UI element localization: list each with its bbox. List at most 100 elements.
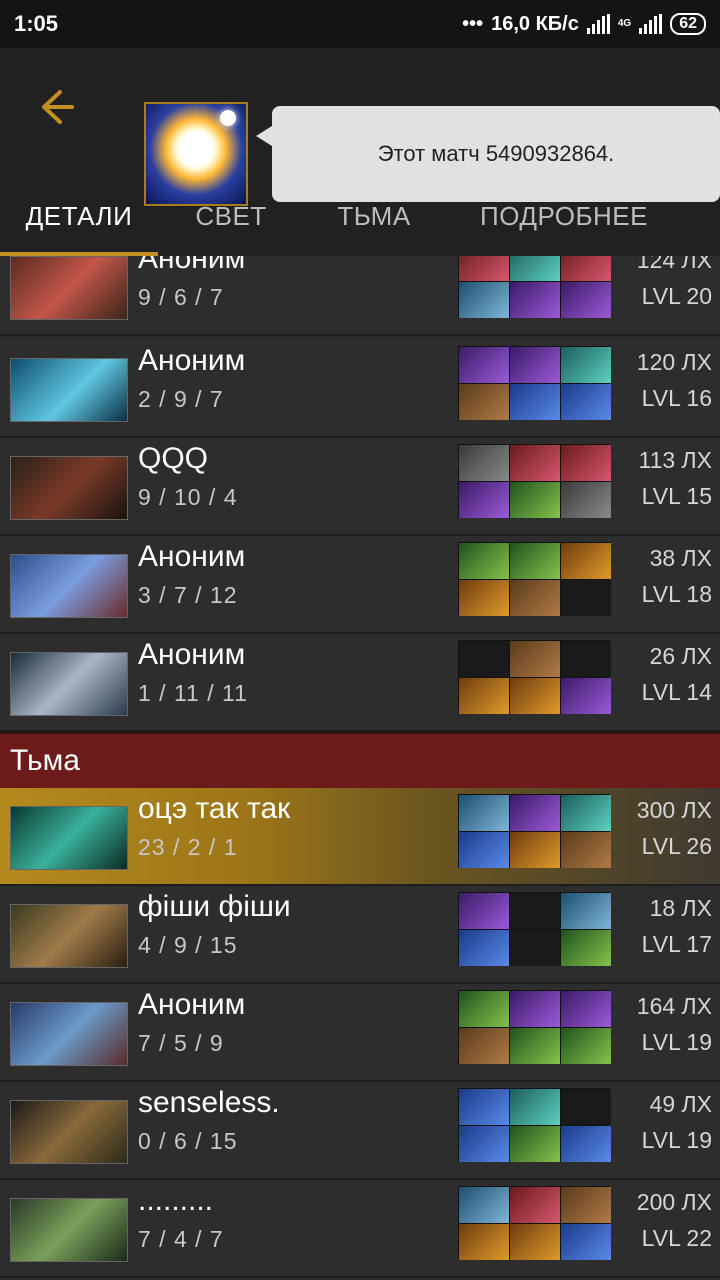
item-grid: [458, 794, 611, 868]
item-icon: [459, 482, 509, 518]
item-slot-empty: [459, 641, 509, 677]
item-icon: [459, 991, 509, 1027]
item-icon: [459, 347, 509, 383]
player-row[interactable]: Аноним 9 / 6 / 7 124 ЛХ LVL 20: [0, 256, 720, 336]
player-stats: 18 ЛХ LVL 17: [642, 890, 712, 962]
player-row-highlighted[interactable]: оцэ так так 23 / 2 / 1 300 ЛХ LVL 26: [0, 788, 720, 886]
item-icon: [510, 580, 560, 616]
player-level: LVL 18: [641, 581, 712, 607]
item-icon: [459, 795, 509, 831]
item-grid: [458, 1186, 611, 1260]
item-icon: [510, 795, 560, 831]
item-icon: [510, 384, 560, 420]
tab-dire[interactable]: ТЬМА: [304, 176, 444, 256]
status-icons: ••• 16,0 КБ/с 4G 62: [462, 13, 706, 36]
item-icon: [510, 832, 560, 868]
player-row[interactable]: Аноним 2 / 9 / 7 120 ЛХ LVL 16: [0, 340, 720, 438]
item-icon: [510, 1224, 560, 1260]
item-icon: [561, 282, 611, 318]
last-hits: 120 ЛХ: [636, 349, 712, 375]
hero-portrait: [10, 456, 128, 520]
player-kda: 2 / 9 / 7: [138, 386, 224, 412]
back-button[interactable]: [30, 82, 80, 132]
player-stats: 200 ЛХ LVL 22: [637, 1184, 712, 1256]
item-icon: [459, 580, 509, 616]
item-icon: [561, 1187, 611, 1223]
player-row[interactable]: ......... 7 / 4 / 7 200 ЛХ LVL 22: [0, 1180, 720, 1278]
item-slot-empty: [510, 930, 560, 966]
item-icon: [510, 347, 560, 383]
hero-portrait: [10, 806, 128, 870]
player-name: QQQ: [138, 442, 209, 475]
player-kda: 1 / 11 / 11: [138, 680, 248, 706]
tab-radiant[interactable]: СВЕТ: [158, 176, 304, 256]
player-level: LVL 26: [641, 833, 712, 859]
player-row[interactable]: Аноним 3 / 7 / 12 38 ЛХ LVL 18: [0, 536, 720, 634]
hero-portrait: [10, 1002, 128, 1066]
player-kda: 4 / 9 / 15: [138, 932, 238, 958]
item-icon: [459, 543, 509, 579]
player-level: LVL 14: [641, 679, 712, 705]
hero-portrait: [10, 1198, 128, 1262]
item-slot-empty: [510, 893, 560, 929]
player-name: Аноним: [138, 540, 246, 573]
item-grid: [458, 990, 611, 1064]
last-hits: 18 ЛХ: [649, 895, 712, 921]
item-icon: [561, 991, 611, 1027]
player-level: LVL 17: [641, 931, 712, 957]
player-row[interactable]: фiши фiши 4 / 9 / 15 18 ЛХ LVL 17: [0, 886, 720, 984]
item-slot-empty: [561, 580, 611, 616]
item-icon: [459, 1126, 509, 1162]
player-name: .........: [138, 1184, 214, 1217]
cell-signal-icon: [639, 14, 663, 34]
last-hits: 113 ЛХ: [638, 447, 713, 473]
tab-details[interactable]: ДЕТАЛИ: [0, 176, 158, 256]
item-grid: [458, 444, 611, 518]
match-tooltip-text: Этот матч 5490932864.: [377, 141, 615, 166]
player-name: Аноним: [138, 638, 246, 671]
hero-portrait: [10, 904, 128, 968]
player-kda: 7 / 4 / 7: [138, 1226, 224, 1252]
item-icon: [510, 482, 560, 518]
player-kda: 23 / 2 / 1: [138, 834, 238, 860]
item-icon: [510, 256, 560, 281]
item-icon: [459, 1224, 509, 1260]
last-hits: 26 ЛХ: [649, 643, 712, 669]
hero-portrait: [10, 1100, 128, 1164]
player-kda: 0 / 6 / 15: [138, 1128, 238, 1154]
item-icon: [561, 347, 611, 383]
tab-more[interactable]: ПОДРОБНЕЕ: [464, 176, 664, 256]
hero-portrait: [10, 256, 128, 320]
player-stats: 49 ЛХ LVL 19: [642, 1086, 712, 1158]
item-grid: [458, 256, 611, 318]
player-stats: 300 ЛХ LVL 26: [637, 792, 712, 864]
player-row[interactable]: Аноним 7 / 5 / 9 164 ЛХ LVL 19: [0, 984, 720, 1082]
player-name: Аноним: [138, 256, 246, 275]
item-icon: [561, 795, 611, 831]
player-name: Аноним: [138, 988, 246, 1021]
last-hits: 300 ЛХ: [636, 797, 712, 823]
player-stats: 26 ЛХ LVL 14: [642, 638, 712, 710]
player-level: LVL 15: [641, 483, 712, 509]
item-slot-empty: [561, 641, 611, 677]
last-hits: 38 ЛХ: [649, 545, 712, 571]
item-icon: [459, 1187, 509, 1223]
player-row[interactable]: senseless. 0 / 6 / 15 49 ЛХ LVL 19: [0, 1082, 720, 1180]
item-icon: [510, 641, 560, 677]
battery-icon: 62: [670, 13, 706, 35]
item-icon: [561, 543, 611, 579]
item-icon: [561, 832, 611, 868]
player-kda: 9 / 6 / 7: [138, 284, 224, 310]
player-stats: 164 ЛХ LVL 19: [637, 988, 712, 1060]
player-stats: 38 ЛХ LVL 18: [642, 540, 712, 612]
network-type: 4G: [617, 18, 632, 29]
player-level: LVL 16: [641, 385, 712, 411]
item-icon: [561, 1224, 611, 1260]
player-name: Аноним: [138, 344, 246, 377]
player-row[interactable]: QQQ 9 / 10 / 4 113 ЛХ LVL 15: [0, 438, 720, 536]
item-icon: [561, 384, 611, 420]
player-row[interactable]: Аноним 1 / 11 / 11 26 ЛХ LVL 14: [0, 634, 720, 732]
item-icon: [510, 1028, 560, 1064]
item-grid: [458, 892, 611, 966]
item-icon: [561, 256, 611, 281]
